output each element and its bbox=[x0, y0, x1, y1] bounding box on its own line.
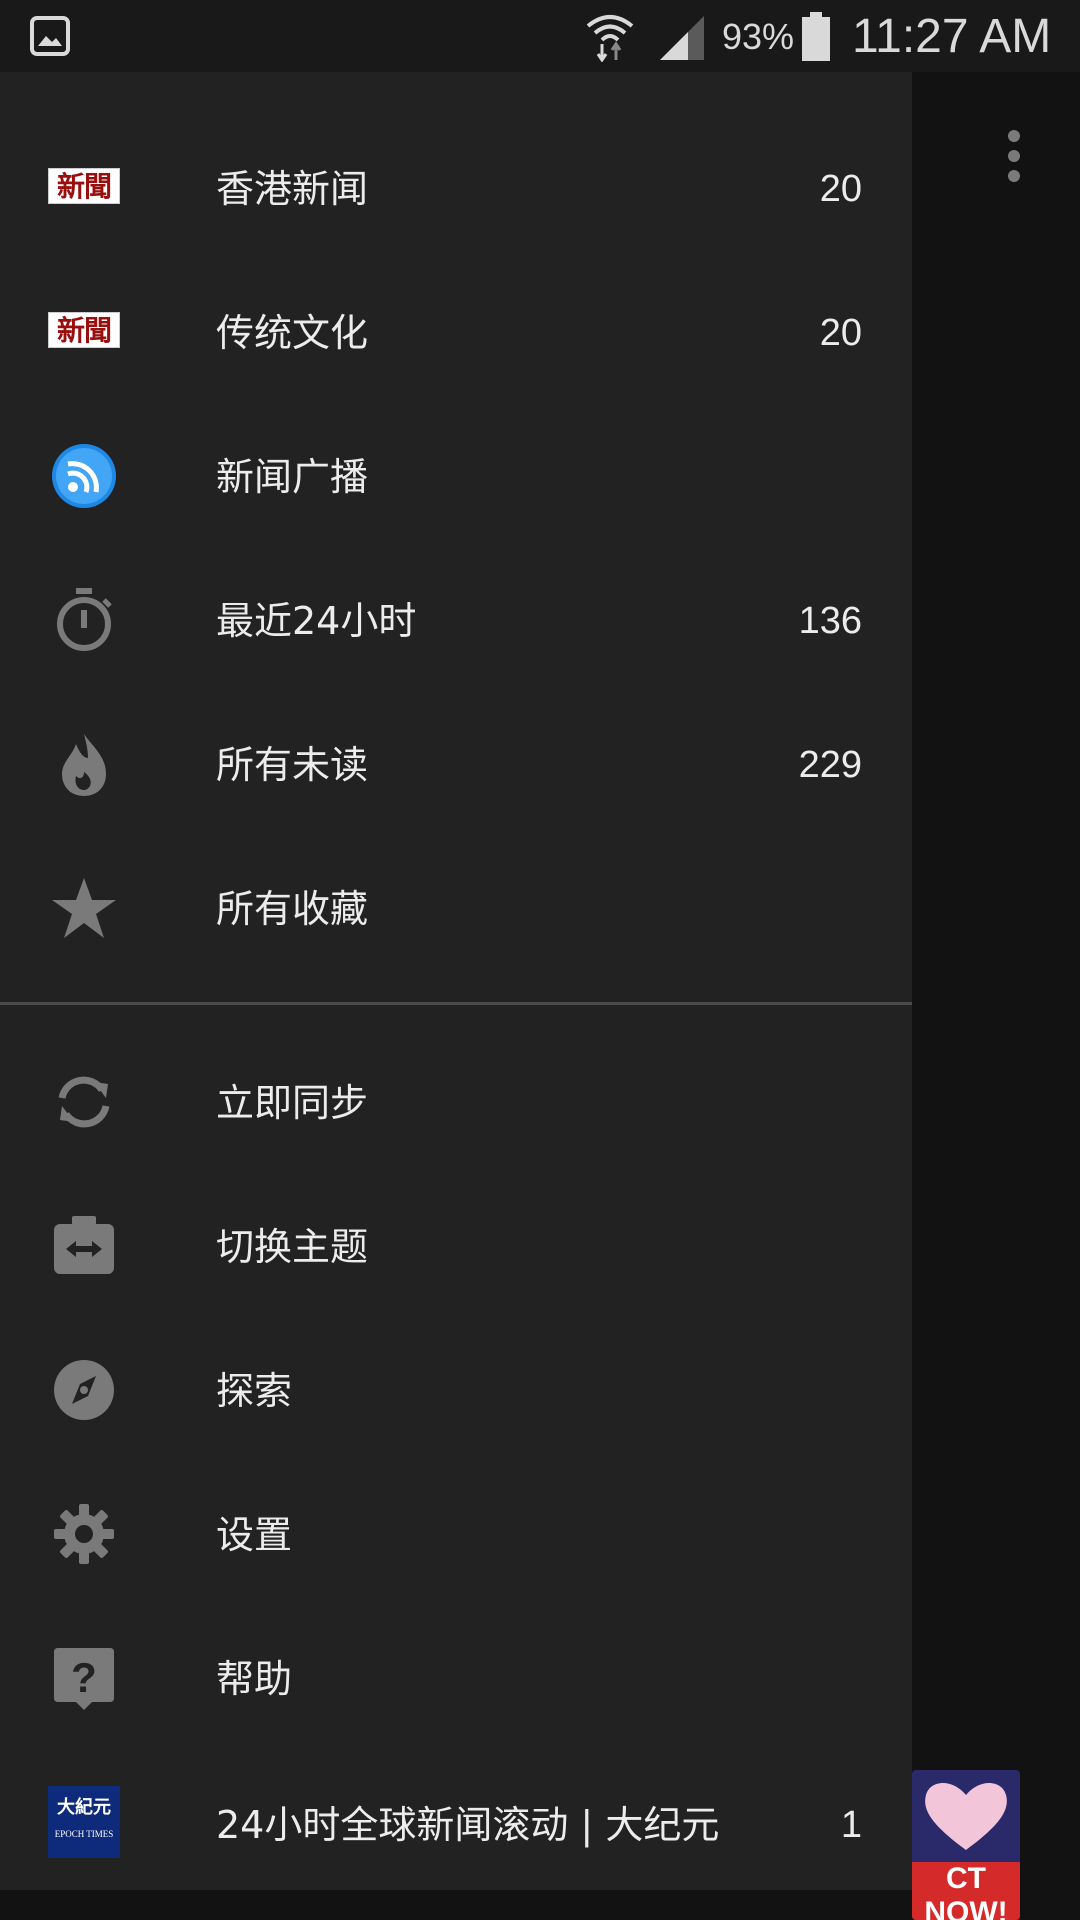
wifi-icon bbox=[586, 15, 634, 62]
ad-thumbnail[interactable]: CT NOW! bbox=[912, 1770, 1020, 1920]
epoch-logo-en: EPOCH TIMES bbox=[54, 1829, 114, 1839]
screen: CT NOW! 93% 11:27 AM 新聞 香港新闻 20 新聞 传统文化 … bbox=[0, 0, 1080, 1920]
navigation-drawer: 新聞 香港新闻 20 新聞 传统文化 20 新闻广播 最近24小时 136 所有… bbox=[0, 72, 912, 1890]
feed-unread-count: 20 bbox=[819, 312, 862, 354]
flame-icon bbox=[62, 734, 106, 796]
feed-item-all-unread[interactable]: 所有未读 229 bbox=[0, 692, 912, 836]
help-icon: ? bbox=[54, 1648, 114, 1710]
battery-percent: 93% bbox=[722, 16, 795, 57]
feed-unread-count: 136 bbox=[798, 600, 862, 642]
feed-label: 最近24小时 bbox=[216, 599, 417, 643]
drawer-divider bbox=[0, 1002, 912, 1005]
action-label: 切换主题 bbox=[216, 1225, 369, 1269]
feed-item-traditional-culture[interactable]: 新聞 传统文化 20 bbox=[0, 260, 912, 404]
action-label: 立即同步 bbox=[216, 1081, 369, 1125]
battery-icon bbox=[802, 12, 830, 61]
epoch-logo-cn: 大紀元 bbox=[57, 1797, 111, 1818]
feed-label: 所有收藏 bbox=[216, 887, 369, 931]
compass-icon bbox=[54, 1360, 114, 1420]
ad-text: CT NOW! bbox=[912, 1862, 1020, 1920]
action-label: 帮助 bbox=[216, 1657, 293, 1701]
feed-item-last-24-hours[interactable]: 最近24小时 136 bbox=[0, 548, 912, 692]
action-switch-theme[interactable]: 切换主题 bbox=[0, 1174, 912, 1318]
star-icon bbox=[52, 878, 116, 938]
stopwatch-icon bbox=[57, 588, 112, 651]
overflow-menu-icon[interactable] bbox=[1000, 128, 1028, 184]
gallery-icon bbox=[30, 16, 70, 56]
news-badge-icon: 新聞 bbox=[48, 168, 120, 204]
sync-icon bbox=[58, 1076, 110, 1128]
epoch-times-logo: 大紀元 EPOCH TIMES bbox=[48, 1786, 120, 1858]
action-help[interactable]: ? 帮助 bbox=[0, 1606, 912, 1750]
action-label: 探索 bbox=[216, 1369, 293, 1413]
svg-text:?: ? bbox=[71, 1654, 97, 1701]
switch-theme-icon bbox=[54, 1216, 114, 1274]
rss-icon bbox=[52, 444, 116, 508]
action-label: 设置 bbox=[216, 1513, 293, 1557]
action-sync-now[interactable]: 立即同步 bbox=[0, 1030, 912, 1174]
feed-item-all-starred[interactable]: 所有收藏 bbox=[0, 836, 912, 980]
signal-icon bbox=[660, 16, 704, 60]
feed-unread-count: 229 bbox=[798, 744, 862, 786]
feed-label: 24小时全球新闻滚动 | 大纪元 bbox=[216, 1803, 720, 1847]
status-time: 11:27 AM bbox=[852, 10, 1052, 63]
ad-heart-icon bbox=[925, 1782, 1007, 1850]
status-bar: 93% 11:27 AM bbox=[0, 0, 1080, 72]
feed-item-news-broadcast[interactable]: 新闻广播 bbox=[0, 404, 912, 548]
feed-item-epoch-times[interactable]: 大紀元 EPOCH TIMES 24小时全球新闻滚动 | 大纪元 1 bbox=[0, 1752, 912, 1896]
feed-label: 传统文化 bbox=[216, 311, 369, 355]
feed-item-hong-kong-news[interactable]: 新聞 香港新闻 20 bbox=[0, 116, 912, 260]
feed-label: 香港新闻 bbox=[216, 167, 369, 211]
feed-unread-count: 20 bbox=[819, 168, 862, 210]
action-explore[interactable]: 探索 bbox=[0, 1318, 912, 1462]
feed-label: 所有未读 bbox=[216, 743, 369, 787]
news-badge-icon: 新聞 bbox=[48, 312, 120, 348]
feed-label: 新闻广播 bbox=[216, 455, 369, 499]
feed-unread-count: 1 bbox=[840, 1804, 862, 1846]
settings-gear-icon bbox=[54, 1504, 114, 1564]
action-settings[interactable]: 设置 bbox=[0, 1462, 912, 1606]
